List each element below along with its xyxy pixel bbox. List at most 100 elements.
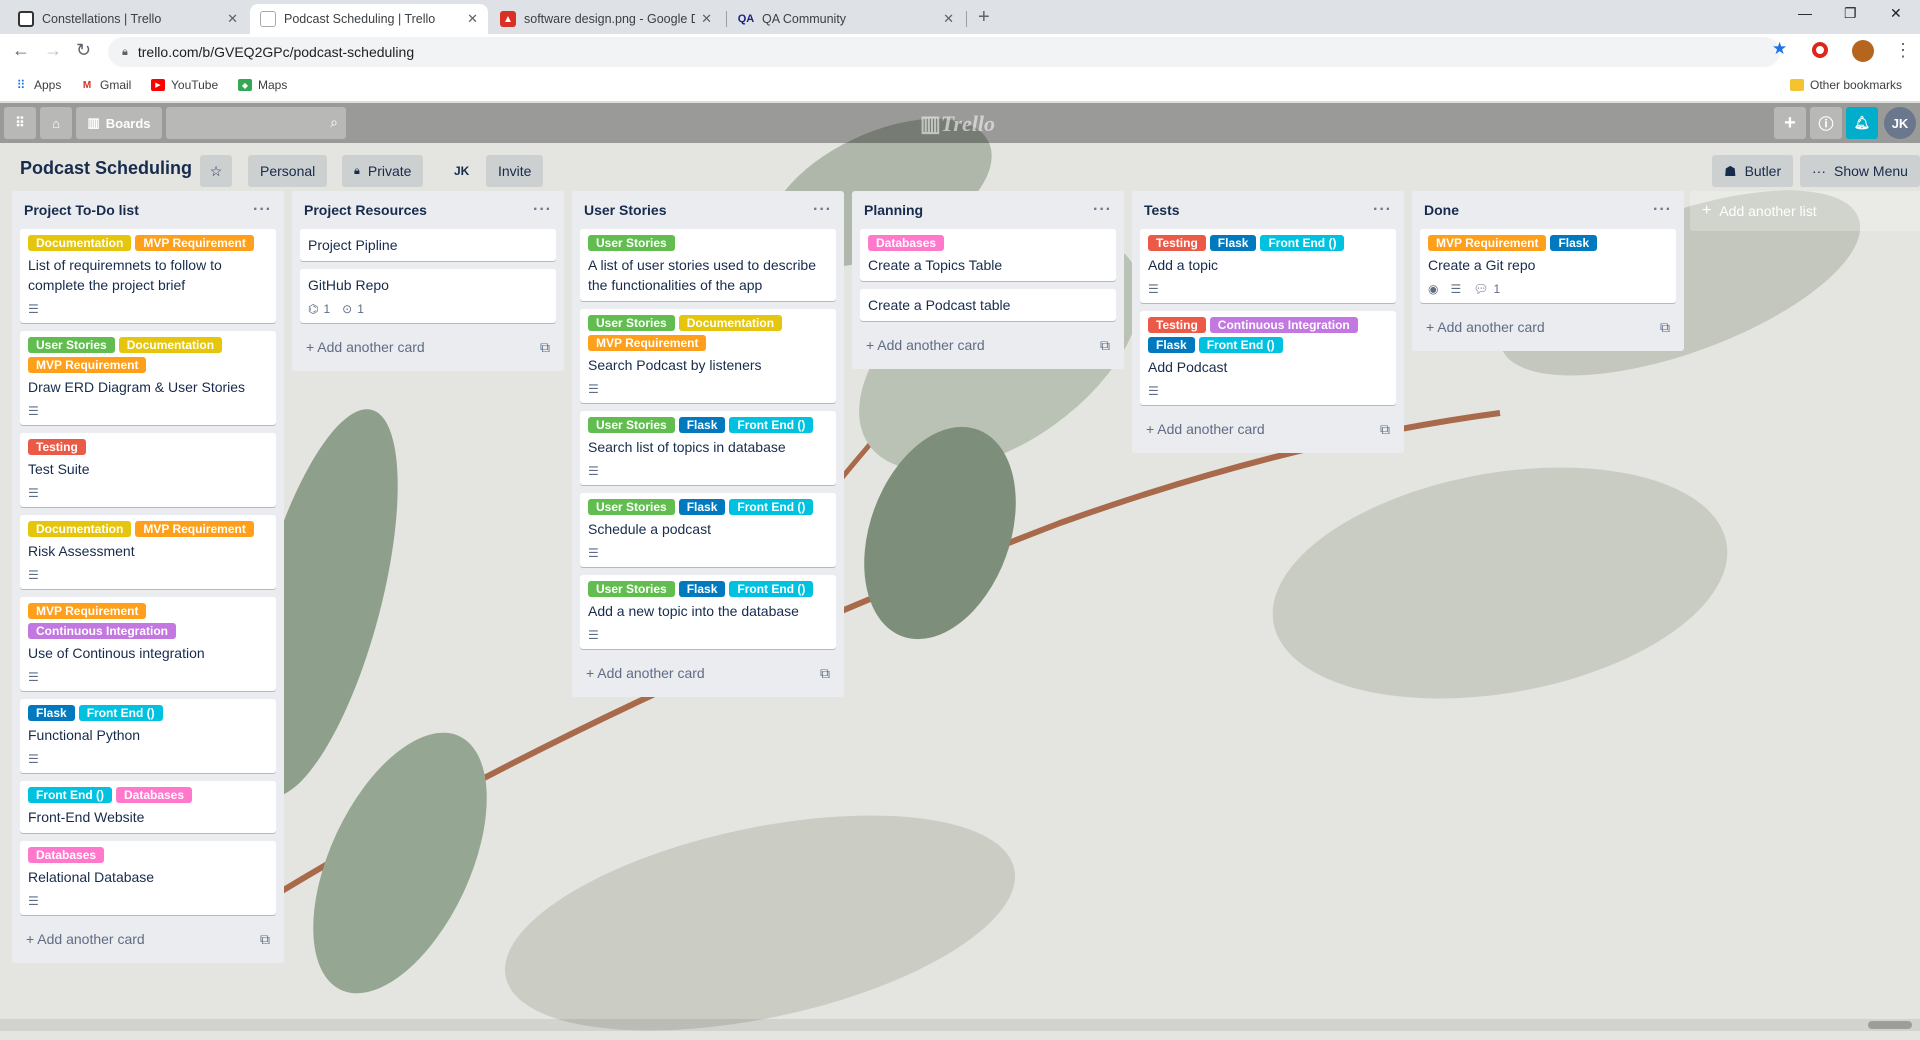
card-template-icon[interactable]: ⧉ [260,931,270,948]
list[interactable]: User Stories ··· User Stories A list of use… [572,191,844,697]
invite-button[interactable]: Invite [486,155,544,187]
member-avatar[interactable]: JK [448,155,475,187]
team-button[interactable]: Personal [248,155,328,187]
card-label[interactable]: Databases [115,787,193,803]
list-menu-icon[interactable]: ··· [533,201,552,219]
close-window-icon[interactable]: ✕ [1890,5,1902,22]
list-header[interactable]: User Stories ··· [580,191,836,229]
card-template-icon[interactable]: ⧉ [1660,319,1670,336]
card[interactable]: User Stories Flask Front End () Add a new t… [580,575,836,649]
list-title[interactable]: Done [1424,202,1459,218]
other-bookmarks[interactable]: Other bookmarks [1790,78,1902,92]
card-label[interactable]: MVP Requirement [135,235,254,251]
close-tab-icon[interactable]: ✕ [467,11,478,27]
card-label[interactable]: Flask [1148,337,1195,353]
card-label[interactable]: Testing [1148,317,1206,333]
scrollbar-thumb[interactable] [1868,1021,1912,1029]
list-menu-icon[interactable]: ··· [1653,201,1672,219]
restore-icon[interactable]: ❐ [1844,5,1857,22]
opera-extension-icon[interactable] [1812,42,1828,58]
card-label[interactable]: MVP Requirement [135,521,254,537]
add-card-button[interactable]: + Add another card ⧉ [20,923,276,955]
card[interactable]: MVP Requirement Flask Create a Git repo ◉ ☰ 💬… [1420,229,1676,303]
browser-tab[interactable]: QA QA Community ✕ [728,4,964,34]
card[interactable]: User Stories Documentation MVP Requirement… [580,309,836,403]
card-label[interactable]: Front End () [1260,235,1345,251]
bookmark-maps[interactable]: ◆ Maps [238,78,287,92]
card-label[interactable]: Continuous Integration [28,623,176,639]
card-label[interactable]: Front End () [28,787,112,803]
notification-bell-icon[interactable]: 🔔︎ [1846,107,1878,139]
show-menu-button[interactable]: ··· Show Menu [1800,155,1920,187]
list-header[interactable]: Planning ··· [860,191,1116,229]
close-tab-icon[interactable]: ✕ [227,11,238,27]
add-card-button[interactable]: + Add another card ⧉ [1420,311,1676,343]
card-label[interactable]: Documentation [118,337,223,353]
card-label[interactable]: Documentation [678,315,783,331]
trello-logo[interactable]: ▥Trello [920,111,995,137]
card[interactable]: Project Pipline [300,229,556,261]
card[interactable]: Create a Podcast table [860,289,1116,321]
list-menu-icon[interactable]: ··· [1093,201,1112,219]
card[interactable]: Databases Relational Database ☰ [20,841,276,915]
card-label[interactable]: User Stories [588,499,675,515]
apps-grid-icon[interactable]: ⠿ [4,107,36,139]
card-label[interactable]: Front End () [729,581,814,597]
card[interactable]: Documentation MVP Requirement Risk Assessm… [20,515,276,589]
card-label[interactable]: Databases [28,847,105,863]
card-label[interactable]: User Stories [588,235,675,251]
forward-arrow-icon[interactable]: → [44,40,62,61]
bookmark-youtube[interactable]: ▶ YouTube [151,78,218,92]
card[interactable]: Testing Continuous Integration Flask Front … [1140,311,1396,405]
reload-icon[interactable]: ↻ [76,40,91,61]
card-label[interactable]: Testing [28,439,86,455]
card-label[interactable]: User Stories [588,417,675,433]
list-title[interactable]: Planning [864,202,923,218]
list-title[interactable]: User Stories [584,202,666,218]
card-label[interactable]: Documentation [28,521,132,537]
card[interactable]: User Stories Documentation MVP Requirement… [20,331,276,425]
card-label[interactable]: MVP Requirement [28,357,147,373]
card[interactable]: User Stories Flask Front End () Search list… [580,411,836,485]
boards-button[interactable]: ▥ Boards [76,107,162,139]
add-card-button[interactable]: + Add another card ⧉ [300,331,556,363]
list[interactable]: Planning ··· Databases Create a Topics Tabl… [852,191,1124,369]
close-tab-icon[interactable]: ✕ [701,11,712,27]
browser-tab[interactable]: Constellations | Trello ✕ [8,4,248,34]
add-card-button[interactable]: + Add another card ⧉ [580,657,836,689]
back-arrow-icon[interactable]: ← [12,40,30,61]
card-label[interactable]: Flask [678,581,726,597]
card[interactable]: GitHub Repo ⌬ 1 ⊙ 1 [300,269,556,323]
new-tab-button[interactable]: + [978,6,990,29]
card-template-icon[interactable]: ⧉ [820,665,830,682]
card-label[interactable]: Front End () [729,417,814,433]
card-label[interactable]: MVP Requirement [588,335,707,351]
card-template-icon[interactable]: ⧉ [540,339,550,356]
list-title[interactable]: Project To-Do list [24,202,139,218]
card-label[interactable]: User Stories [588,581,675,597]
browser-tab[interactable]: ▲ software design.png - Google Dr ✕ [490,4,722,34]
butler-button[interactable]: ☗ Butler [1712,155,1794,187]
card-label[interactable]: Continuous Integration [1209,317,1358,333]
bookmark-gmail[interactable]: M Gmail [80,78,132,92]
list-header[interactable]: Done ··· [1420,191,1676,229]
card-label[interactable]: Front End () [729,499,814,515]
card-label[interactable]: User Stories [28,337,115,353]
card-label[interactable]: User Stories [588,315,675,331]
card-label[interactable]: Databases [868,235,945,251]
card[interactable]: Documentation MVP Requirement List of requ… [20,229,276,323]
card-label[interactable]: Flask [678,417,726,433]
list[interactable]: Done ··· MVP Requirement Flask Create a Git … [1412,191,1684,351]
close-tab-icon[interactable]: ✕ [943,11,954,27]
card-template-icon[interactable]: ⧉ [1100,337,1110,354]
star-icon[interactable]: ☆ [200,155,232,187]
card-template-icon[interactable]: ⧉ [1380,421,1390,438]
horizontal-scrollbar[interactable] [0,1019,1920,1031]
board-title[interactable]: Podcast Scheduling [20,158,192,179]
member-avatar[interactable]: JK [1884,107,1916,139]
card[interactable]: MVP Requirement Continuous Integration Use… [20,597,276,691]
profile-avatar-icon[interactable] [1852,40,1874,62]
card[interactable]: User Stories Flask Front End () Schedule a … [580,493,836,567]
browser-tab-active[interactable]: Podcast Scheduling | Trello ✕ [250,4,488,34]
list-menu-icon[interactable]: ··· [253,201,272,219]
